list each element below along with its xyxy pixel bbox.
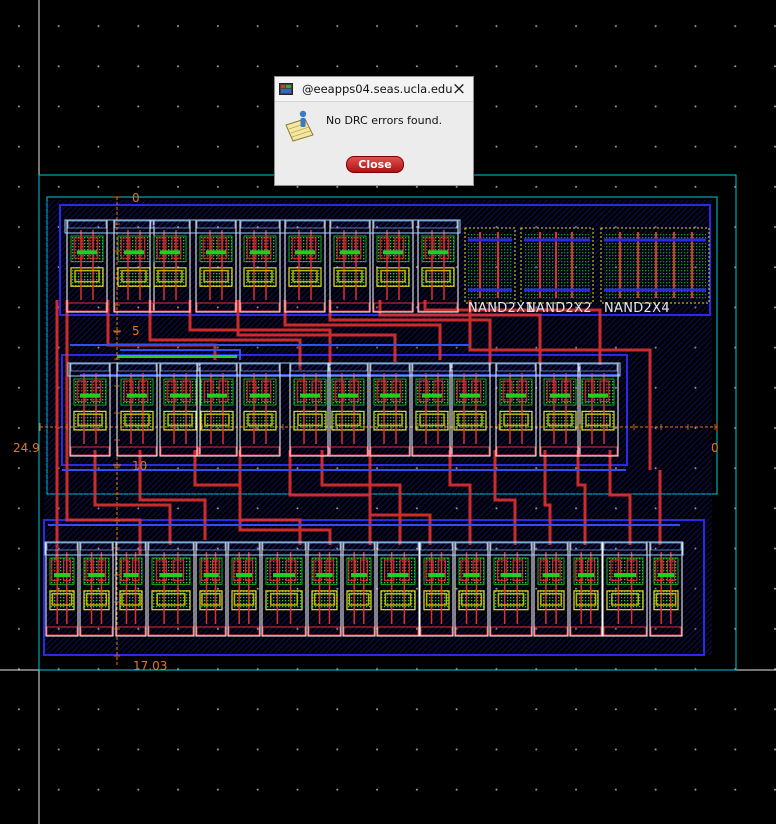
close-button[interactable]: Close (346, 156, 404, 173)
ruler-label-0: 0 (132, 191, 140, 205)
cell-name-nand2x2: NAND2X2 (526, 301, 592, 316)
dialog-titlebar[interactable]: @eeapps04.seas.ucla.edu × (275, 77, 473, 102)
ruler-label-5: 5 (132, 324, 140, 338)
dialog-message: No DRC errors found. (326, 114, 443, 127)
ruler-bottom-value: 17.03 (133, 659, 168, 673)
ruler-left-value: 24.9 (13, 441, 40, 455)
green-bar (117, 355, 237, 358)
drc-dialog: @eeapps04.seas.ucla.edu × No DRC errors … (274, 76, 474, 186)
nand-cells (464, 227, 710, 304)
ruler-label-10: 10 (132, 459, 148, 473)
app-window-icon (279, 83, 293, 95)
cell-name-nand2x1: NAND2X1 (468, 301, 534, 316)
note-info-icon (285, 110, 314, 142)
ruler-right-value: 0 (711, 441, 719, 455)
dialog-title: @eeapps04.seas.ucla.edu (302, 82, 453, 96)
cell-name-nand2x4: NAND2X4 (604, 301, 670, 316)
close-icon[interactable]: × (449, 79, 469, 99)
